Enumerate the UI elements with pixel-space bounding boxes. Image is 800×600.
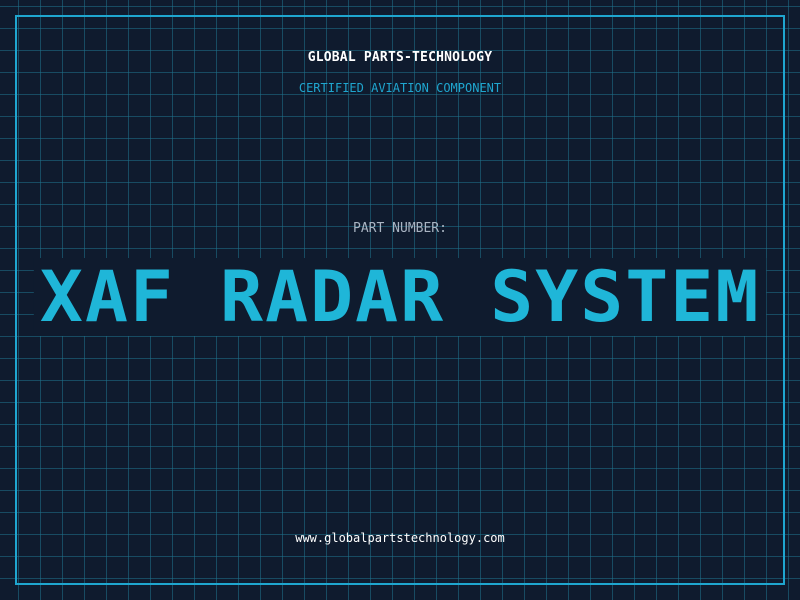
website-url[interactable]: www.globalpartstechnology.com: [0, 531, 800, 545]
part-name-container: XAF RADAR SYSTEM: [0, 258, 800, 336]
certification-tagline: CERTIFIED AVIATION COMPONENT: [298, 81, 502, 95]
blueprint-card: GLOBAL PARTS-TECHNOLOGY CERTIFIED AVIATI…: [0, 0, 800, 600]
part-number-label: PART NUMBER:: [353, 221, 447, 236]
company-name: GLOBAL PARTS-TECHNOLOGY: [307, 50, 493, 65]
part-name: XAF RADAR SYSTEM: [33, 258, 767, 336]
